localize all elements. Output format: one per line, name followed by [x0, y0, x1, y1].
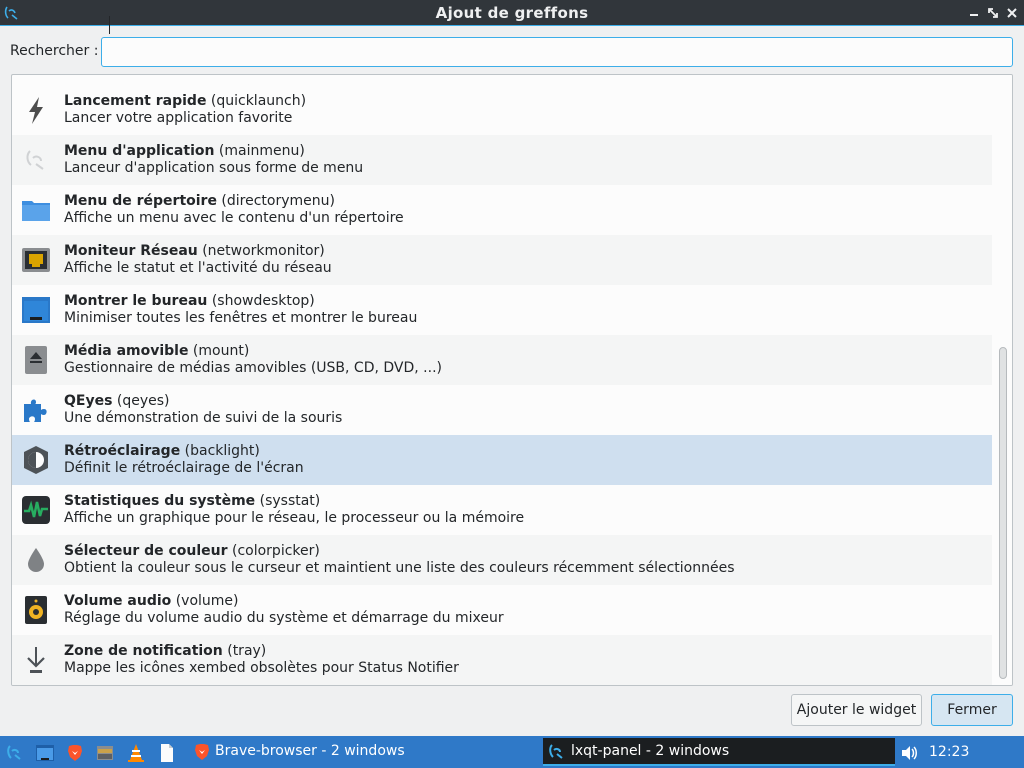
task-label: Brave-browser - 2 windows [215, 743, 405, 759]
scrollbar-handle[interactable] [999, 347, 1007, 679]
plugin-id: (qeyes) [116, 393, 170, 409]
plugin-id: (networkmonitor) [202, 243, 325, 259]
plugin-description: Gestionnaire de médias amovibles (USB, C… [64, 360, 442, 376]
plugin-id: (directorymenu) [221, 193, 335, 209]
plugin-row-networkmonitor[interactable]: Moniteur Réseau (networkmonitor) Affiche… [12, 235, 992, 285]
plugin-description: Minimiser toutes les fenêtres et montrer… [64, 310, 418, 326]
close-icon[interactable] [1004, 5, 1020, 21]
search-label: Rechercher : [10, 43, 99, 59]
plugin-id: (mainmenu) [218, 143, 305, 159]
show-desktop-icon [22, 297, 50, 323]
task-lxqt-panel[interactable]: lxqt-panel - 2 windows [543, 738, 895, 766]
plugin-id: (quicklaunch) [210, 93, 307, 109]
plugin-name: Média amovible [64, 343, 189, 359]
plugin-name: Moniteur Réseau [64, 243, 198, 259]
plugin-name: Sélecteur de couleur [64, 543, 228, 559]
plugin-description: Une démonstration de suivi de la souris [64, 410, 343, 426]
lxqt-logo-icon[interactable] [5, 743, 25, 763]
maximize-icon[interactable] [985, 5, 1001, 21]
file-cabinet-icon[interactable] [95, 743, 115, 763]
brave-browser-icon [195, 744, 209, 760]
network-port-icon [22, 248, 50, 272]
plugin-name: Lancement rapide [64, 93, 207, 109]
plugin-id: (showdesktop) [211, 293, 315, 309]
brave-browser-icon[interactable] [65, 743, 85, 763]
minimize-icon[interactable] [966, 5, 982, 21]
text-caret [109, 16, 110, 34]
plugin-name: Volume audio [64, 593, 172, 609]
plugin-row-directorymenu[interactable]: Menu de répertoire (directorymenu) Affic… [12, 185, 992, 235]
search-input[interactable] [101, 37, 1013, 67]
plugin-id: (volume) [175, 593, 239, 609]
window-titlebar: Ajout de greffons [0, 0, 1024, 26]
lxqt-logo-icon [549, 744, 563, 759]
plugin-description: Affiche un graphique pour le réseau, le … [64, 510, 525, 526]
plugin-row-colorpicker[interactable]: Sélecteur de couleur (colorpicker) Obtie… [12, 535, 992, 585]
plugin-name: Menu de répertoire [64, 193, 217, 209]
clock[interactable]: 12:23 [929, 744, 969, 760]
puzzle-icon [24, 399, 47, 422]
plugin-description: Réglage du volume audio du système et dé… [64, 610, 504, 626]
plugin-id: (backlight) [184, 443, 260, 459]
plugin-description: Obtient la couleur sous le curseur et ma… [64, 560, 735, 576]
lxqt-logo-icon [26, 150, 44, 170]
plugin-row-sysstat[interactable]: Statistiques du système (sysstat) Affich… [12, 485, 992, 535]
plugin-row-mainmenu[interactable]: Menu d'application (mainmenu) Lanceur d'… [12, 135, 992, 185]
document-icon[interactable] [157, 743, 177, 763]
task-label: lxqt-panel - 2 windows [571, 743, 730, 759]
plugin-name: QEyes [64, 393, 113, 409]
plugin-id: (colorpicker) [232, 543, 320, 559]
plugin-name: Rétroéclairage [64, 443, 181, 459]
volume-icon[interactable] [899, 743, 919, 763]
list-scrollbar[interactable] [993, 75, 1012, 685]
plugin-description: Mappe les icônes xembed obsolètes pour S… [64, 660, 459, 676]
plugin-id: (sysstat) [259, 493, 321, 509]
tray-arrow-icon [27, 647, 45, 673]
speaker-icon [25, 596, 47, 624]
plugin-description: Lancer votre application favorite [64, 110, 293, 126]
lightning-icon [29, 97, 43, 124]
plugin-row-qeyes[interactable]: QEyes (qeyes) Une démonstration de suivi… [12, 385, 992, 435]
show-desktop-icon[interactable] [35, 743, 55, 763]
plugin-description: Affiche le statut et l'activité du résea… [64, 260, 332, 276]
plugin-row-quicklaunch[interactable]: Lancement rapide (quicklaunch) Lancer vo… [12, 85, 992, 135]
vlc-cone-icon[interactable] [126, 743, 146, 763]
plugin-id: (mount) [192, 343, 250, 359]
folder-icon [22, 201, 50, 221]
search-row: Rechercher : [0, 27, 1024, 73]
close-button[interactable]: Fermer [931, 694, 1013, 726]
plugin-list[interactable]: Lancement rapide (quicklaunch) Lancer vo… [11, 74, 1013, 686]
add-widget-button[interactable]: Ajouter le widget [791, 694, 922, 726]
plugin-id: (tray) [227, 643, 267, 659]
plugin-name: Menu d'application [64, 143, 215, 159]
plugin-name: Montrer le bureau [64, 293, 208, 309]
taskbar: Brave-browser - 2 windows lxqt-panel - 2… [0, 736, 1024, 768]
task-brave-browser[interactable]: Brave-browser - 2 windows [188, 738, 528, 766]
plugin-row-tray[interactable]: Zone de notification (tray) Mappe les ic… [12, 635, 992, 685]
plugin-description: Lanceur d'application sous forme de menu [64, 160, 364, 176]
plugin-row-volume[interactable]: Volume audio (volume) Réglage du volume … [12, 585, 992, 635]
window-title: Ajout de greffons [435, 4, 589, 22]
plugin-row-showdesktop[interactable]: Montrer le bureau (showdesktop) Minimise… [12, 285, 992, 335]
color-drop-icon [28, 548, 44, 572]
plugin-row-backlight[interactable]: Rétroéclairage (backlight) Définit le ré… [12, 435, 992, 485]
plugin-name: Zone de notification [64, 643, 223, 659]
eject-icon [25, 346, 47, 374]
brightness-icon [24, 446, 48, 474]
plugin-name: Statistiques du système [64, 493, 256, 509]
plugin-description: Affiche un menu avec le contenu d'un rép… [64, 210, 404, 226]
plugin-row-mount[interactable]: Média amovible (mount) Gestionnaire de m… [12, 335, 992, 385]
plugin-description: Définit le rétroéclairage de l'écran [64, 460, 304, 476]
system-monitor-icon [22, 496, 50, 524]
